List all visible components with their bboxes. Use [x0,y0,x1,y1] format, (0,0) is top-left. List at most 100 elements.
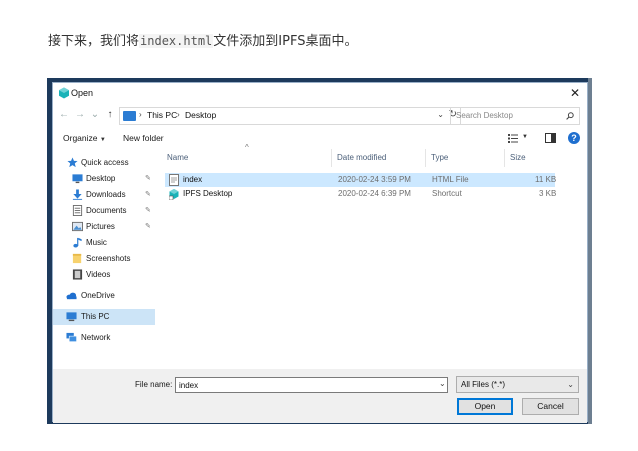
close-button[interactable]: ✕ [567,85,583,101]
help-icon[interactable]: ? [568,132,580,144]
frame-strip [588,78,592,424]
sidebar-item-network[interactable]: Network [53,330,155,346]
desktop-icon [72,174,83,184]
column-header-label: Name [167,153,189,162]
ipfs-app-icon [59,87,69,99]
dialog-title: Open [71,88,94,98]
intro-paragraph: 接下来，我们将index.html文件添加到IPFS桌面中。 [48,30,357,49]
sidebar-item-onedrive[interactable]: OneDrive [53,288,155,304]
file-type-value: All Files (*.*) [461,380,506,389]
new-folder-label: New folder [123,133,164,143]
sort-ascending-icon: ^ [245,143,249,152]
caret-down-icon[interactable]: ▼ [522,134,528,140]
navigation-bar: ← → ⌄ ↑ › This PC › Desktop ⌄ ↻ Search D… [53,105,587,127]
sidebar-item-label: Music [86,238,107,247]
intro-code-filename: index.html [139,34,214,48]
search-input[interactable]: Search Desktop [450,107,580,125]
up-button[interactable]: ↑ [103,108,117,122]
sidebar-item-videos[interactable]: Videos [53,267,155,283]
computer-icon [66,312,77,322]
column-header-size[interactable]: Size [510,153,526,162]
file-row-index[interactable]: index 2020-02-24 3:59 PM HTML File 11 KB [165,173,557,187]
column-divider[interactable] [331,149,332,167]
sidebar-item-label: Documents [86,206,127,215]
forward-button[interactable]: → [73,108,87,122]
sidebar-item-quick-access[interactable]: Quick access [53,155,155,171]
column-divider[interactable] [425,149,426,167]
back-button[interactable]: ← [57,108,71,122]
intro-text-after: 文件添加到IPFS桌面中。 [213,34,358,49]
forward-arrow-icon: → [75,109,85,120]
file-type: HTML File [432,175,469,184]
recent-locations-button[interactable]: ⌄ [88,108,102,122]
file-size: 3 KB [539,189,557,198]
breadcrumb-this-pc[interactable]: This PC [147,110,177,120]
close-icon: ✕ [569,86,581,100]
address-dropdown-icon[interactable]: ⌄ [437,110,444,119]
sidebar-item-label: OneDrive [81,291,115,300]
file-type: Shortcut [432,189,462,198]
file-size: 11 KB [535,175,557,184]
sidebar-item-this-pc[interactable]: This PC [53,309,155,325]
sidebar-item-screenshots[interactable]: Screenshots [53,251,155,267]
navigation-pane: Quick access Desktop ✎ Downloads ✎ Docum… [53,153,157,363]
folder-icon [72,253,82,264]
breadcrumb-desktop[interactable]: Desktop [185,110,216,120]
breadcrumb-separator-icon: › [177,110,180,119]
search-icon [566,112,574,120]
cancel-button[interactable]: Cancel [522,398,579,415]
file-name: index [183,175,203,184]
new-folder-button[interactable]: New folder [123,133,164,143]
organize-button[interactable]: Organize ▼ [63,133,106,143]
sidebar-item-downloads[interactable]: Downloads ✎ [53,187,155,203]
file-name: IPFS Desktop [183,189,233,198]
computer-icon [123,111,136,121]
column-header-label: Date modified [337,153,387,162]
chevron-down-icon: ⌄ [567,380,574,389]
title-bar[interactable]: Open ✕ [53,83,587,103]
back-arrow-icon: ← [59,109,69,120]
sidebar-item-pictures[interactable]: Pictures ✎ [53,219,155,235]
cloud-icon [66,292,77,300]
sidebar-item-desktop[interactable]: Desktop ✎ [53,171,155,187]
file-name-input[interactable]: index [175,377,448,393]
file-row-ipfs-desktop[interactable]: IPFS Desktop 2020-02-24 6:39 PM Shortcut… [165,187,557,201]
chevron-down-icon: ⌄ [90,109,100,120]
file-date: 2020-02-24 6:39 PM [338,189,411,198]
sidebar-item-label: Desktop [86,174,116,183]
column-header-label: Size [510,153,526,162]
html-file-icon [169,174,179,186]
up-arrow-icon: ↑ [107,109,113,120]
file-name-value: index [179,381,199,390]
pin-icon: ✎ [145,207,151,214]
sidebar-item-label: Quick access [81,158,129,167]
network-icon [66,332,77,342]
music-icon [73,237,82,248]
download-icon [72,189,83,200]
open-button[interactable]: Open [457,398,513,415]
column-header-date[interactable]: Date modified [337,153,386,162]
preview-pane-icon[interactable] [545,133,556,143]
pin-icon: ✎ [145,191,151,198]
column-header-type[interactable]: Type [431,153,448,162]
ipfs-shortcut-icon [169,189,179,200]
caret-down-icon: ▼ [99,137,106,143]
column-header-label: Type [431,153,449,162]
open-dialog: Open ✕ ← → ⌄ ↑ › This PC › Desktop ⌄ ↻ S… [52,82,588,423]
column-divider[interactable] [504,149,505,167]
chevron-down-icon[interactable]: ⌄ [439,379,446,388]
sidebar-item-label: Videos [86,270,111,279]
column-header-name[interactable]: Name [167,153,188,162]
sidebar-item-label: Screenshots [86,254,131,263]
sidebar-item-documents[interactable]: Documents ✎ [53,203,155,219]
view-options-icon[interactable] [508,134,518,143]
sidebar-item-label: This PC [81,312,110,321]
star-icon [67,157,78,168]
address-bar[interactable]: › This PC › Desktop ⌄ ↻ [119,107,461,125]
file-type-select[interactable]: All Files (*.*) ⌄ [456,376,579,393]
organize-label: Organize [63,133,98,143]
document-icon [72,205,83,216]
sidebar-item-music[interactable]: Music [53,235,155,251]
sidebar-item-label: Network [81,333,111,342]
file-name-bar: File name: index ⌄ All Files (*.*) ⌄ Ope… [53,369,587,423]
